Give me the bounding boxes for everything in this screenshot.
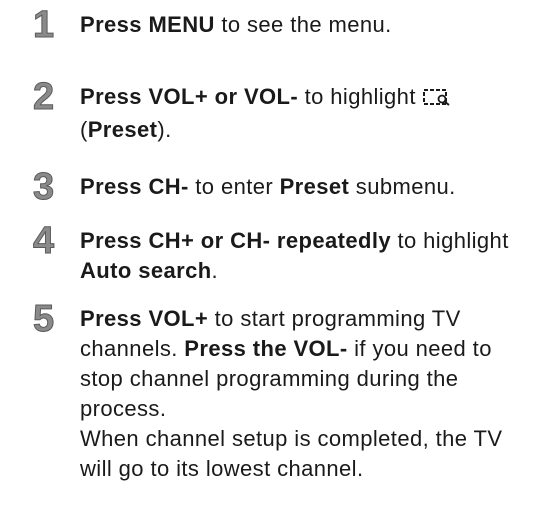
step-number: 4 (32, 220, 55, 262)
step-plain-text: submenu. (349, 174, 456, 199)
step-text: Press CH+ or CH- repeatedly to highlight… (80, 226, 540, 286)
step-bold-text: Press CH+ or CH- repeatedly (80, 228, 391, 253)
step-text: Press CH- to enter Preset submenu. (80, 172, 540, 202)
step-plain-text: ). (157, 117, 172, 142)
step-bold-text: Press MENU (80, 12, 215, 37)
step-text: Press VOL+ to start programming TV chann… (80, 304, 540, 484)
step-plain-text: to see the menu. (214, 12, 392, 37)
step-number: 2 (32, 76, 55, 118)
step-bold-text: Press VOL+ (80, 306, 209, 331)
step-plain-text: to highlight (390, 228, 509, 253)
step-number: 5 (32, 298, 55, 340)
step-plain-text: ( (80, 117, 88, 142)
step-number: 3 (32, 166, 55, 208)
step-plain-text: to highlight (298, 84, 416, 109)
step-bold-text: Press VOL+ or VOL- (80, 84, 299, 109)
step-plain-text: When channel setup is completed, the TV … (80, 426, 503, 481)
instruction-steps: 1 Press MENU to see the menu. 2 Press VO… (0, 0, 543, 513)
step-text: Press MENU to see the menu. (80, 10, 540, 40)
step-number: 1 (32, 4, 55, 46)
step-plain-text: to enter (188, 174, 280, 199)
step-bold-text: Press CH- (80, 174, 189, 199)
step-bold-text: Auto search (80, 258, 212, 283)
preset-icon (422, 85, 452, 115)
step-bold-text: Preset (87, 117, 158, 142)
step-bold-text: Preset (279, 174, 350, 199)
step-bold-text: Press the VOL- (184, 336, 348, 361)
step-plain-text: . (211, 258, 219, 283)
step-text: Press VOL+ or VOL- to highlight (Preset)… (80, 82, 540, 145)
